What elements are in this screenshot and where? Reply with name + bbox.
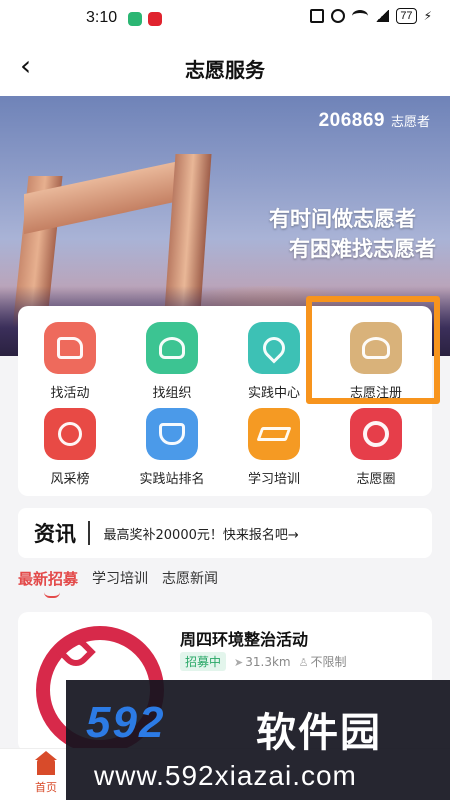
service-label: 学习培训 xyxy=(247,472,300,487)
distance: ➤ 31.3km xyxy=(234,655,291,669)
service-honor-board[interactable]: 风采榜 xyxy=(22,408,118,487)
tab-latest-recruitment[interactable]: 最新招募 xyxy=(18,568,78,589)
volunteer-count: 206869 xyxy=(318,110,385,131)
tab-volunteer-news[interactable]: 志愿新闻 xyxy=(162,568,218,588)
active-tab-indicator xyxy=(44,592,60,598)
page-title: 志愿服务 xyxy=(185,58,265,82)
location-arrow-icon: ➤ xyxy=(234,655,244,669)
status-time: 3:10 xyxy=(86,9,118,26)
volunteer-count-unit: 志愿者 xyxy=(390,115,430,130)
home-icon xyxy=(35,751,57,775)
distance-value: 31.3km xyxy=(245,654,291,669)
service-find-activity[interactable]: 找活动 xyxy=(22,322,118,401)
battery-level: 77 xyxy=(396,8,417,24)
volunteer-counter: 206869 志愿者 xyxy=(319,110,430,132)
trophy-icon xyxy=(146,408,198,460)
person-icon: ♙ xyxy=(298,656,309,669)
heart-hand-icon xyxy=(248,322,300,374)
news-logo: 资讯 xyxy=(34,521,76,546)
app-screen: 3:10 77 ⚡ ‹ 志愿服务 206869 志愿者 有时间做志愿者 有困难找… xyxy=(0,0,450,800)
service-label: 风采榜 xyxy=(50,472,90,487)
activity-title: 周四环境整治活动 xyxy=(180,630,309,649)
vibrate-icon xyxy=(331,9,346,23)
news-divider xyxy=(88,521,90,545)
gate-top-beam xyxy=(24,157,194,235)
nav-home-label: 首页 xyxy=(35,781,57,794)
service-label: 找活动 xyxy=(50,386,90,401)
participant-limit: ♙ 不限制 xyxy=(299,653,347,670)
watermark-brand: 592 xyxy=(86,698,166,747)
activity-meta: 招募中 ➤ 31.3km ♙ 不限制 xyxy=(180,652,346,671)
limit-value: 不限制 xyxy=(310,655,347,669)
content-tabs: 最新招募 学习培训 志愿新闻 xyxy=(18,568,218,598)
medal-icon xyxy=(44,408,96,460)
slogan-line-2: 有困难找志愿者 xyxy=(289,236,436,261)
flag-icon xyxy=(44,322,96,374)
service-label: 找组织 xyxy=(152,386,192,401)
app-notification-icon xyxy=(148,12,162,26)
news-ticker[interactable]: 资讯 最高奖补20000元！快来报名吧→ xyxy=(18,508,432,558)
charging-icon: ⚡ xyxy=(423,9,432,23)
watermark-url: www.592xiazai.com xyxy=(94,760,357,791)
banner-slogan: 有时间做志愿者 有困难找志愿者 xyxy=(269,204,436,264)
signal-icon xyxy=(375,10,390,22)
status-indicators: 77 ⚡ xyxy=(310,8,432,24)
service-station-ranking[interactable]: 实践站排名 xyxy=(124,408,220,487)
service-label: 志愿圈 xyxy=(356,472,396,487)
news-headline: 最高奖补20000元！快来报名吧→ xyxy=(103,527,299,543)
watermark-brand-cn: 软件园 xyxy=(256,710,382,756)
highlight-annotation xyxy=(306,296,440,404)
status-bar: 3:10 77 ⚡ xyxy=(0,0,450,38)
navigation-bar: ‹ 志愿服务 xyxy=(0,38,450,96)
wifi-icon xyxy=(352,10,369,22)
service-volunteer-circle[interactable]: 志愿圈 xyxy=(328,408,424,487)
graduation-cap-icon xyxy=(248,408,300,460)
service-training[interactable]: 学习培训 xyxy=(226,408,322,487)
service-find-organization[interactable]: 找组织 xyxy=(124,322,220,401)
people-icon xyxy=(146,322,198,374)
service-label: 实践站排名 xyxy=(139,472,205,487)
status-badge: 招募中 xyxy=(180,652,227,671)
slogan-line-1: 有时间做志愿者 xyxy=(269,206,416,231)
watermark-overlay: 592 软件园 www.592xiazai.com xyxy=(66,680,450,800)
nav-home[interactable]: 首页 xyxy=(26,751,66,795)
alarm-icon xyxy=(310,9,325,23)
tab-training[interactable]: 学习培训 xyxy=(92,568,148,588)
wechat-notification-icon xyxy=(128,12,142,26)
ring-icon xyxy=(350,408,402,460)
